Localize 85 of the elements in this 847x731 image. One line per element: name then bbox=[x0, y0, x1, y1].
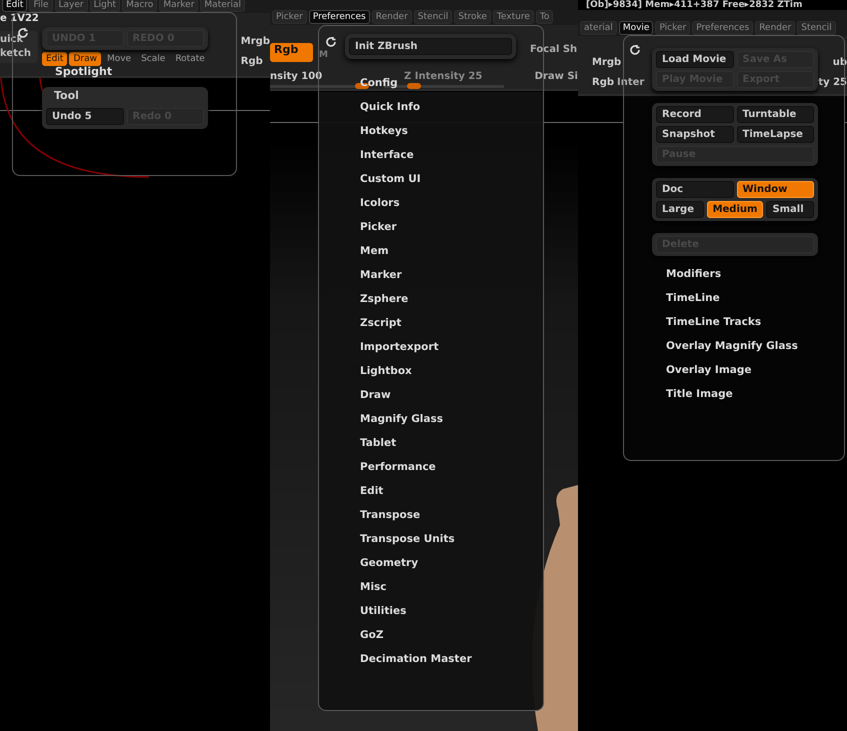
focal-label[interactable]: Focal Sh bbox=[530, 43, 578, 62]
menu-item[interactable]: Importexport bbox=[360, 335, 439, 359]
menu-tab[interactable]: aterial bbox=[580, 21, 617, 35]
movie-button[interactable]: Turntable bbox=[736, 106, 814, 123]
slider-handle[interactable] bbox=[407, 83, 421, 89]
section-title: Tool bbox=[53, 88, 79, 104]
init-zbrush-button[interactable]: Init ZBrush bbox=[349, 38, 512, 55]
movie-button[interactable]: Large bbox=[656, 201, 704, 218]
menu-item[interactable]: Title Image bbox=[666, 382, 733, 406]
tool-button[interactable]: Edit bbox=[42, 52, 68, 66]
menu-tab[interactable]: File bbox=[29, 0, 52, 12]
history-button[interactable]: Undo 5 bbox=[46, 108, 124, 125]
refresh-icon[interactable] bbox=[325, 36, 337, 48]
menu-item[interactable]: Performance bbox=[360, 455, 436, 479]
version-label: e 1V22 bbox=[0, 13, 39, 25]
menu-item[interactable]: Utilities bbox=[360, 599, 406, 623]
menu-item[interactable]: Geometry bbox=[360, 551, 418, 575]
menu-tab[interactable]: Preferences bbox=[308, 10, 370, 24]
menu-tab[interactable]: Stroke bbox=[454, 10, 491, 24]
menu-item[interactable]: Tablet bbox=[360, 431, 396, 455]
menu-item[interactable]: Zscript bbox=[360, 311, 402, 335]
movie-button[interactable]: Load Movie bbox=[656, 51, 734, 68]
menu-tab[interactable]: To bbox=[536, 10, 554, 24]
rgb-label[interactable]: Rgb bbox=[592, 76, 614, 90]
menu-tab[interactable]: Picker bbox=[655, 21, 690, 35]
menu-item[interactable]: Decimation Master bbox=[360, 647, 472, 671]
menu-item[interactable]: GoZ bbox=[360, 623, 384, 647]
background-label: Inter bbox=[617, 76, 644, 90]
menu-item[interactable]: TimeLine Tracks bbox=[666, 310, 762, 334]
menu-tab[interactable]: Stencil bbox=[797, 21, 836, 35]
menu-item[interactable]: Mem bbox=[360, 239, 389, 263]
menu-tab[interactable]: Render bbox=[755, 21, 796, 35]
movie-button[interactable]: Doc bbox=[656, 181, 734, 198]
spotlight-label[interactable]: Spotlight bbox=[55, 65, 112, 79]
menu-item[interactable]: Picker bbox=[360, 215, 397, 239]
menu-item[interactable]: Marker bbox=[360, 263, 402, 287]
menu-item[interactable]: Icolors bbox=[360, 191, 400, 215]
menu-item[interactable]: Config bbox=[360, 71, 398, 95]
draw-size-label: Draw Si bbox=[534, 70, 578, 84]
menu-tab[interactable]: Layer bbox=[54, 0, 88, 12]
color-mode-label[interactable]: Rgb bbox=[240, 55, 263, 69]
menu-tab[interactable]: Material bbox=[200, 0, 245, 12]
movie-button[interactable]: Snapshot bbox=[656, 126, 734, 143]
menu-item[interactable]: Transpose Units bbox=[360, 527, 455, 551]
tool-button[interactable]: Move bbox=[102, 52, 136, 66]
menu-item[interactable]: Lightbox bbox=[360, 359, 412, 383]
movie-button[interactable]: Small bbox=[766, 201, 814, 218]
menu-tab[interactable]: Movie bbox=[618, 21, 654, 35]
m-label[interactable]: M bbox=[319, 48, 328, 62]
menu-tab[interactable]: Edit bbox=[2, 0, 28, 12]
menu-tab[interactable]: Preferences bbox=[692, 21, 754, 35]
menu-item[interactable]: Modifiers bbox=[666, 262, 722, 286]
menu-item[interactable]: Misc bbox=[360, 575, 387, 599]
menu-item[interactable]: Magnify Glass bbox=[360, 407, 443, 431]
menu-item[interactable]: Edit bbox=[360, 479, 384, 503]
menu-tab[interactable]: Texture bbox=[492, 10, 534, 24]
menu-item[interactable]: Custom UI bbox=[360, 167, 421, 191]
mrgb-label[interactable]: Mrgb bbox=[592, 56, 622, 70]
rgb-button[interactable]: Rgb bbox=[270, 43, 313, 62]
menu-tab[interactable]: Render bbox=[372, 10, 412, 24]
tool-button[interactable]: Scale bbox=[137, 52, 170, 66]
menu-item[interactable]: Zsphere bbox=[360, 287, 408, 311]
menu-item[interactable]: Draw bbox=[360, 383, 391, 407]
status-text: [Ob]▸9834] Mem▸411+387 Free▸2832 ZTim bbox=[585, 0, 802, 10]
refresh-icon[interactable] bbox=[629, 44, 641, 56]
menu-item[interactable]: Hotkeys bbox=[360, 119, 408, 143]
menu-tab[interactable]: Stencil bbox=[414, 10, 452, 24]
menu-tab[interactable]: Marker bbox=[159, 0, 198, 12]
tool-button[interactable]: Rotate bbox=[171, 52, 209, 66]
color-mode-label[interactable]: Mrgb bbox=[240, 35, 270, 49]
menu-item[interactable]: Transpose bbox=[360, 503, 420, 527]
menu-item[interactable]: Interface bbox=[360, 143, 414, 167]
movie-button[interactable]: Window bbox=[736, 181, 814, 198]
menu-item[interactable]: Overlay Image bbox=[666, 358, 752, 382]
menu-item[interactable]: Overlay Magnify Glass bbox=[666, 334, 798, 358]
menu-item[interactable]: Quick Info bbox=[360, 95, 420, 119]
movie-button[interactable]: Record bbox=[656, 106, 734, 123]
menu-tab[interactable]: Light bbox=[90, 0, 120, 12]
menu-tab[interactable]: Picker bbox=[272, 10, 307, 24]
slider-label: nsity 100 bbox=[270, 70, 322, 84]
movie-button[interactable]: TimeLapse bbox=[736, 126, 814, 143]
menu-item[interactable]: TimeLine bbox=[666, 286, 720, 310]
tool-button[interactable]: Draw bbox=[69, 52, 101, 66]
menu-tab[interactable]: Macro bbox=[122, 0, 158, 12]
movie-button[interactable]: Medium bbox=[706, 201, 764, 218]
